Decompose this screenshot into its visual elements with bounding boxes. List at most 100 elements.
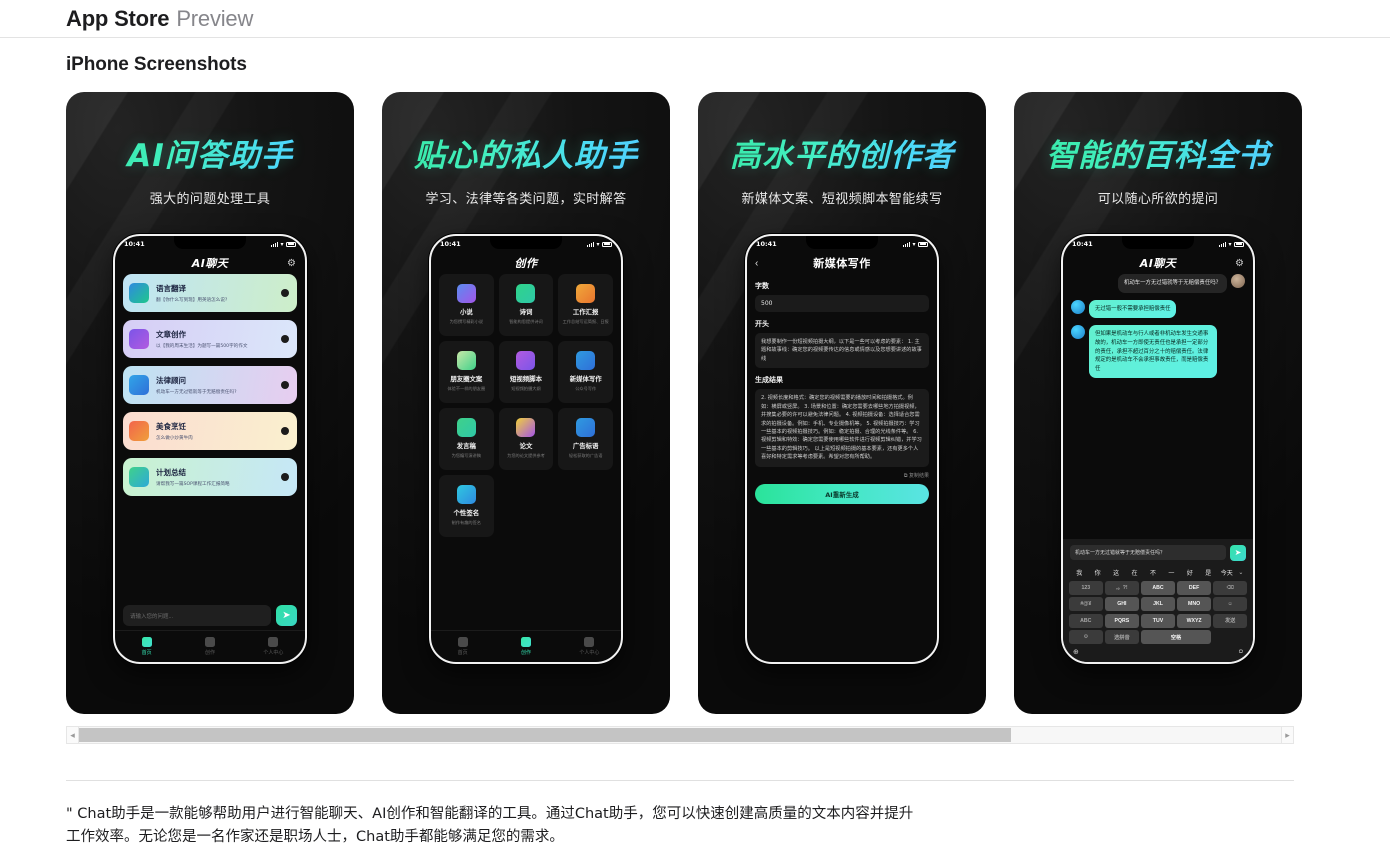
keyboard-key[interactable]: ⚙	[1069, 630, 1103, 644]
keyboard-key[interactable]: 选拼音	[1105, 630, 1139, 644]
keyboard-key[interactable]: 空格	[1141, 630, 1211, 644]
keyboard-key[interactable]: ☺	[1213, 597, 1247, 611]
keyboard-bottom-row[interactable]: ⊕ ᴑ	[1066, 647, 1250, 659]
tab-2[interactable]: 个人中心	[558, 631, 621, 662]
card-action-icon[interactable]	[281, 473, 289, 481]
gear-icon[interactable]: ⚙	[1235, 258, 1244, 269]
tab-label: 首页	[141, 650, 152, 656]
chat-composer[interactable]: 机动车一方无过错就等于无赔偿责任吗？ ➤	[1066, 542, 1250, 566]
grid-tile[interactable]: 发言稿 为您编写演讲稿	[439, 408, 494, 470]
grid-tile[interactable]: 论文 为您的论文提供参考	[498, 408, 554, 470]
send-icon[interactable]: ➤	[1230, 544, 1246, 561]
result-box[interactable]: 2. 视频长度和格式：确定您的视频需要的播放时间和拍摄格式。例如：横屏或竖屏。 …	[755, 389, 929, 467]
tab-2[interactable]: 个人中心	[242, 631, 305, 662]
count-input[interactable]: 500	[755, 295, 929, 312]
card-action-icon[interactable]	[281, 427, 289, 435]
scroll-right-arrow-icon[interactable]: ▸	[1281, 726, 1294, 744]
suggestion-word[interactable]: 这	[1107, 568, 1125, 577]
keyboard-key[interactable]: #@¥	[1069, 597, 1103, 611]
suggestion-word[interactable]: 是	[1199, 568, 1217, 577]
screenshot-preview-2[interactable]: 贴心的私人助手 学习、法律等各类问题，实时解答 10:41 ▾ 创作 小说 为您…	[382, 92, 670, 714]
list-item[interactable]: 文章创作 以【我的周末生活】为题写一篇500字的作文	[123, 320, 297, 358]
chevron-down-icon[interactable]: ⌄	[1236, 569, 1246, 576]
regenerate-button[interactable]: AI重新生成	[755, 483, 929, 504]
phone-mockup[interactable]: 10:41 ▾ 创作 小说 为您撰写精彩小说 诗词 智能构思提供诗词 工作汇报 …	[429, 234, 623, 664]
keyboard-key[interactable]: GHI	[1105, 597, 1139, 611]
card-icon	[129, 329, 149, 349]
suggestion-word[interactable]: 你	[1088, 568, 1106, 577]
keyboard-key[interactable]: ABC	[1069, 613, 1103, 628]
scroll-left-arrow-icon[interactable]: ◂	[66, 726, 79, 744]
screenshot-gallery[interactable]: AI问答助手 强大的问题处理工具 10:41 ▾ AI聊天 ⚙ 语言翻译 翻【你…	[66, 92, 1302, 714]
list-item[interactable]: 美食烹饪 怎么做小炒黄牛肉	[123, 412, 297, 450]
chat-thread[interactable]: 机动车一方无过错就等于无赔偿责任吗？ 无过错一般不需要承担赔偿责任 但如果是机动…	[1063, 274, 1253, 385]
scrollbar-thumb[interactable]	[79, 728, 1011, 742]
keyboard-key[interactable]: 123	[1069, 580, 1103, 595]
tab-0[interactable]: 首页	[431, 631, 494, 662]
keyboard-key[interactable]: 发送	[1213, 613, 1247, 628]
keyboard-key[interactable]: DEF	[1177, 580, 1211, 595]
suggestion-word[interactable]: 一	[1162, 568, 1180, 577]
app-name: 创作	[514, 257, 538, 270]
keyboard-key[interactable]: ABC	[1141, 580, 1175, 595]
feature-grid[interactable]: 小说 为您撰写精彩小说 诗词 智能构思提供诗词 工作汇报 工作总结写运简报、日报	[431, 274, 621, 537]
screenshot-preview-3[interactable]: 高水平的创作者 新媒体文案、短视频脚本智能续写 10:41 ▾ ‹ 新媒体写作 …	[698, 92, 986, 714]
grid-tile[interactable]: 诗词 智能构思提供诗词	[498, 274, 554, 336]
screenshot-preview-1[interactable]: AI问答助手 强大的问题处理工具 10:41 ▾ AI聊天 ⚙ 语言翻译 翻【你…	[66, 92, 354, 714]
suggestion-word[interactable]: 不	[1144, 568, 1162, 577]
card-action-icon[interactable]	[281, 289, 289, 297]
tab-0[interactable]: 首页	[115, 631, 178, 662]
keyboard-key[interactable]: WXYZ	[1177, 613, 1211, 628]
chat-composer[interactable]: 请输入您的问题... ➤	[123, 605, 297, 626]
start-textarea[interactable]: 我想要制作一份短视频拍摄大纲，以下是一些可以考虑的要素： 1. 主题和故事线：确…	[755, 333, 929, 369]
phone-mockup[interactable]: 10:41 ▾ AI聊天 ⚙ 机动车一方无过错就等于无赔偿责任吗？ 无过错一般不…	[1061, 234, 1255, 664]
globe-icon[interactable]: ⊕	[1073, 648, 1079, 656]
list-item[interactable]: 计划总结 请帮我写一篇SOP课程工作汇报简略	[123, 458, 297, 496]
grid-tile[interactable]: 个性签名 制作有趣的签名	[439, 475, 494, 537]
suggestion-word[interactable]: 好	[1181, 568, 1199, 577]
screenshot-subheadline: 可以随心所欲的提问	[1097, 192, 1219, 207]
microphone-icon[interactable]: ᴑ	[1239, 648, 1243, 656]
virtual-keyboard[interactable]: 机动车一方无过错就等于无赔偿责任吗？ ➤ 我你这在不一好是今天 ⌄ 123,。?…	[1063, 538, 1253, 662]
card-list[interactable]: 语言翻译 翻【你什么写到现】用英语怎么说? 文章创作 以【我的周末生活】为题写一…	[115, 274, 305, 496]
screenshot-preview-4[interactable]: 智能的百科全书 可以随心所欲的提问 10:41 ▾ AI聊天 ⚙ 机动车一方无过…	[1014, 92, 1302, 714]
keyboard-key[interactable]: PQRS	[1105, 613, 1139, 628]
phone-tab-bar[interactable]: 首页 创作 个人中心	[431, 630, 621, 662]
chat-input[interactable]: 机动车一方无过错就等于无赔偿责任吗？	[1070, 545, 1226, 560]
phone-tab-bar[interactable]: 首页 创作 个人中心	[115, 630, 305, 662]
list-item[interactable]: 法律顾问 机动车一方无过错就等于无赔偿责任吗?	[123, 366, 297, 404]
scrollbar-track[interactable]	[79, 726, 1281, 744]
writing-form[interactable]: 字数 500 开头 我想要制作一份短视频拍摄大纲，以下是一些可以考虑的要素： 1…	[747, 281, 937, 504]
keyboard-key[interactable]: ⌫	[1213, 580, 1247, 595]
chat-input[interactable]: 请输入您的问题...	[123, 605, 271, 626]
suggestion-word[interactable]: 在	[1125, 568, 1143, 577]
send-icon[interactable]: ➤	[276, 605, 297, 626]
key-grid[interactable]: 123,。?! ABC DEF ⌫ #@¥ GHI JKL MNO ☺ ABC PQRS TUV WXY…	[1066, 580, 1250, 648]
copy-result-button[interactable]: ⧉ 复制结果	[755, 472, 929, 479]
gear-icon[interactable]: ⚙	[287, 258, 296, 269]
keyboard-key[interactable]: JKL	[1141, 597, 1175, 611]
chat-message-bot: 无过错一般不需要承担赔偿责任	[1071, 299, 1245, 319]
card-title: 文章创作	[156, 330, 186, 340]
grid-tile[interactable]: 工作汇报 工作总结写运简报、日报	[558, 274, 613, 336]
gallery-scrollbar[interactable]: ◂ ▸	[66, 726, 1294, 744]
grid-tile[interactable]: 朋友圈文案 体验不一样的朋友圈	[439, 341, 494, 403]
keyboard-key[interactable]: ,。?!	[1105, 580, 1139, 595]
back-icon[interactable]: ‹	[755, 258, 758, 269]
tab-1[interactable]: 创作	[494, 631, 557, 662]
card-action-icon[interactable]	[281, 381, 289, 389]
grid-tile[interactable]: 短视频脚本 短视频拍摄大纲	[498, 341, 554, 403]
phone-mockup[interactable]: 10:41 ▾ AI聊天 ⚙ 语言翻译 翻【你什么写到现】用英语怎么说? 文章创…	[113, 234, 307, 664]
phone-mockup[interactable]: 10:41 ▾ ‹ 新媒体写作 字数 500 开头 我想要制作一份短视频拍摄大纲…	[745, 234, 939, 664]
grid-tile[interactable]: 新媒体写作 公众号写作	[558, 341, 613, 403]
keyboard-key[interactable]: MNO	[1177, 597, 1211, 611]
list-item[interactable]: 语言翻译 翻【你什么写到现】用英语怎么说?	[123, 274, 297, 312]
card-action-icon[interactable]	[281, 335, 289, 343]
suggestion-word[interactable]: 我	[1070, 568, 1088, 577]
keyboard-key[interactable]: TUV	[1141, 613, 1175, 628]
grid-tile[interactable]: 广告标语 轻松获取的广告语	[558, 408, 613, 470]
tab-1[interactable]: 创作	[178, 631, 241, 662]
suggestion-row[interactable]: 我你这在不一好是今天 ⌄	[1066, 566, 1250, 581]
grid-tile[interactable]: 小说 为您撰写精彩小说	[439, 274, 494, 336]
suggestion-word[interactable]: 今天	[1218, 568, 1236, 577]
